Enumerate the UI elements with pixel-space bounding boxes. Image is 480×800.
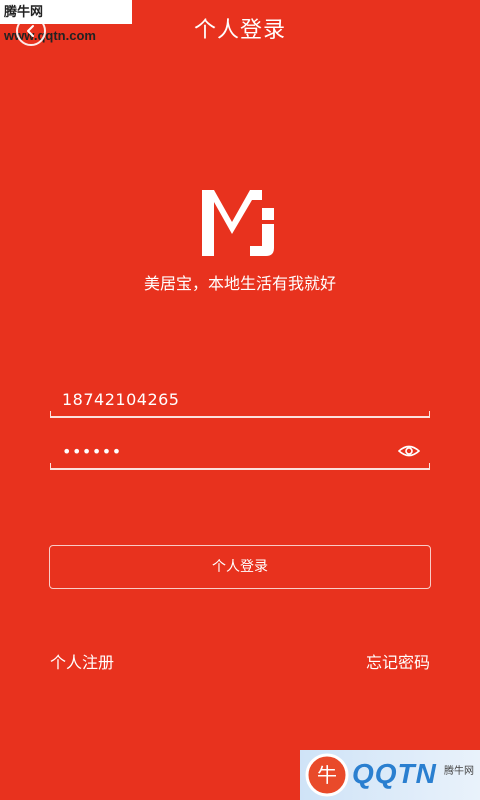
login-button[interactable]: 个人登录 [49, 545, 431, 589]
watermark-label: 腾牛网 [444, 766, 474, 777]
app-logo [202, 190, 274, 256]
watermark-brand: QQTN [352, 758, 437, 789]
password-field[interactable]: •••••• [50, 436, 430, 470]
watermark-logo: 牛 QQTN 腾牛网 [300, 750, 480, 800]
page-title: 个人登录 [193, 18, 286, 43]
app-slogan: 美居宝，本地生活有我就好 [143, 274, 336, 293]
eye-icon[interactable] [398, 442, 420, 460]
svg-text:牛: 牛 [317, 763, 337, 787]
password-value: •••••• [62, 442, 122, 461]
register-link[interactable]: 个人注册 [50, 652, 114, 674]
phone-underline [50, 411, 430, 418]
password-underline [50, 463, 430, 470]
phone-field[interactable]: 18742104265 [50, 384, 430, 418]
watermark-emblem-icon: 牛 [305, 753, 349, 797]
forgot-password-link[interactable]: 忘记密码 [366, 652, 430, 674]
phone-value: 18742104265 [62, 390, 180, 409]
